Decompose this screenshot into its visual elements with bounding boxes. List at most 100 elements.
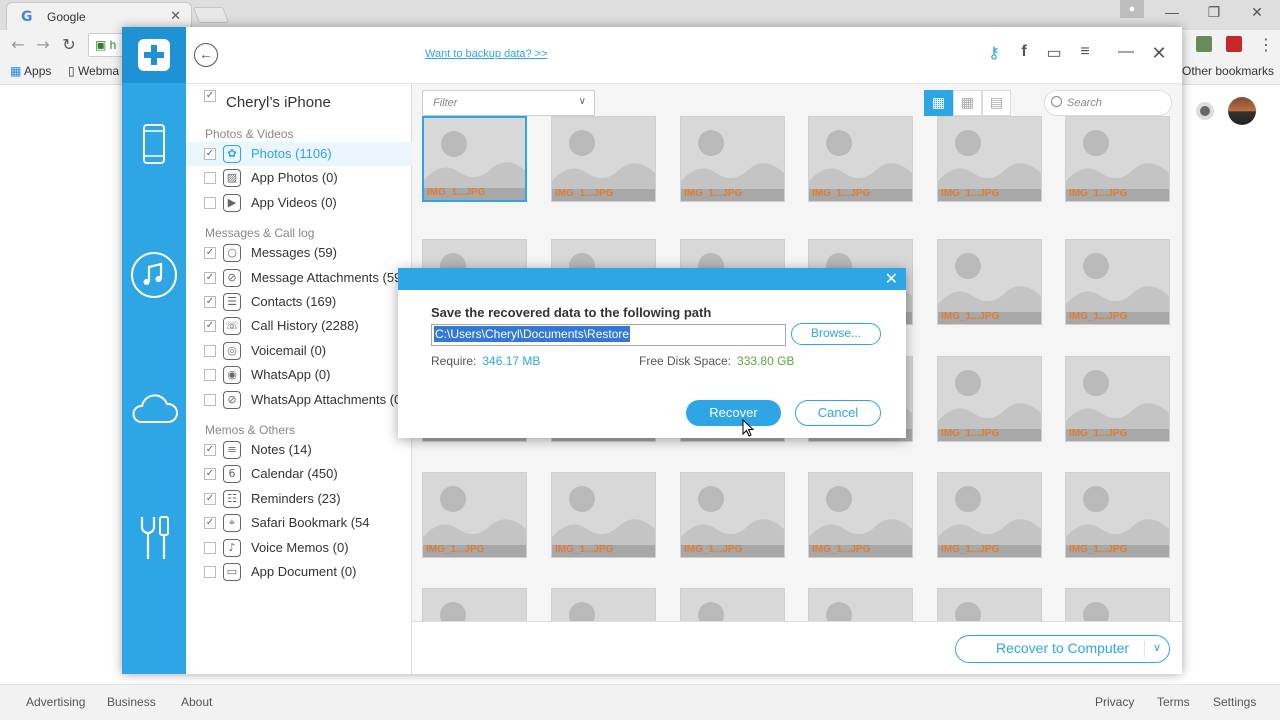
phone-icon[interactable]: [122, 123, 186, 168]
footer-about[interactable]: About: [181, 695, 212, 709]
music-icon[interactable]: [122, 251, 186, 302]
category-checkbox[interactable]: [204, 468, 216, 481]
category-item[interactable]: ⊘ Message Attachments (59): [186, 266, 412, 290]
shield-extension-icon[interactable]: [1226, 36, 1242, 52]
list-icon[interactable]: ▤: [982, 90, 1011, 116]
path-input[interactable]: C:\Users\Cheryl\Documents\Restore: [431, 324, 786, 346]
close-icon[interactable]: ✕: [1148, 43, 1170, 65]
photo-thumbnail[interactable]: IMG_1...JPG: [1065, 588, 1170, 621]
new-tab-button[interactable]: [193, 7, 229, 23]
category-item[interactable]: ≡ Notes (14): [186, 438, 412, 462]
reload-icon[interactable]: ↻: [59, 35, 79, 54]
category-checkbox[interactable]: [204, 172, 216, 185]
chevron-down-icon[interactable]: ∨: [1153, 636, 1161, 661]
photo-thumbnail[interactable]: IMG_1...JPG: [1065, 472, 1170, 558]
tab-close-icon[interactable]: ✕: [170, 8, 181, 24]
bookmark-webmail[interactable]: ▯ Webma: [68, 64, 119, 78]
backup-link[interactable]: Want to backup data? >>: [425, 48, 548, 60]
category-checkbox[interactable]: [204, 492, 216, 505]
photo-thumbnail[interactable]: IMG_1...JPG: [808, 588, 913, 621]
recover-button[interactable]: Recover: [686, 400, 781, 426]
photo-thumbnail[interactable]: IMG_1...JPG: [680, 116, 785, 202]
cancel-button[interactable]: Cancel: [795, 400, 881, 426]
back-arrow-icon[interactable]: ←: [8, 35, 28, 54]
forward-arrow-icon[interactable]: →: [33, 35, 53, 54]
facebook-icon[interactable]: f: [1013, 43, 1035, 65]
browser-menu-icon[interactable]: ⋮: [1256, 35, 1276, 54]
tools-icon[interactable]: [122, 513, 186, 566]
photo-thumbnail[interactable]: IMG_1...JPG: [1065, 356, 1170, 442]
minimize-window-button[interactable]: —: [1160, 4, 1184, 20]
photo-thumbnail[interactable]: IMG_1...JPG: [680, 472, 785, 558]
category-checkbox[interactable]: [204, 271, 216, 284]
footer-business[interactable]: Business: [107, 695, 156, 709]
category-checkbox[interactable]: [204, 393, 216, 406]
photo-thumbnail[interactable]: IMG_1...JPG: [551, 116, 656, 202]
category-item[interactable]: ○ Messages (59): [186, 241, 412, 265]
bookmark-apps[interactable]: ▦ Apps: [10, 64, 51, 78]
photo-thumbnail[interactable]: IMG_1...JPG: [422, 116, 527, 202]
person-icon[interactable]: ●: [1120, 0, 1144, 18]
footer-privacy[interactable]: Privacy: [1095, 695, 1134, 709]
photo-thumbnail[interactable]: IMG_1...JPG: [680, 588, 785, 621]
category-checkbox[interactable]: [204, 344, 216, 357]
photo-thumbnail[interactable]: IMG_1...JPG: [1065, 239, 1170, 325]
cloud-icon[interactable]: [122, 390, 186, 429]
footer-terms[interactable]: Terms: [1157, 695, 1190, 709]
close-icon[interactable]: ✕: [885, 269, 898, 288]
photo-thumbnail[interactable]: IMG_1...JPG: [808, 472, 913, 558]
photo-thumbnail[interactable]: IMG_1...JPG: [937, 356, 1042, 442]
large-grid-icon[interactable]: ▦: [924, 90, 953, 116]
category-checkbox[interactable]: [204, 247, 216, 260]
photo-thumbnail[interactable]: IMG_1...JPG: [808, 116, 913, 202]
category-item[interactable]: ▶ App Videos (0): [186, 191, 412, 215]
photo-thumbnail[interactable]: IMG_1...JPG: [1065, 116, 1170, 202]
browse-button[interactable]: Browse...: [791, 323, 881, 345]
category-checkbox[interactable]: [204, 541, 216, 554]
footer-settings[interactable]: Settings: [1213, 695, 1256, 709]
category-item[interactable]: ⊘ WhatsApp Attachments (0): [186, 388, 412, 412]
category-item[interactable]: 6 Calendar (450): [186, 462, 412, 486]
category-checkbox[interactable]: [204, 369, 216, 382]
category-item[interactable]: ☷ Reminders (23): [186, 487, 412, 511]
category-checkbox[interactable]: [204, 444, 216, 456]
search-input[interactable]: Search: [1044, 90, 1172, 116]
category-item[interactable]: ◉ WhatsApp (0): [186, 363, 412, 387]
feedback-icon[interactable]: ▭: [1043, 43, 1065, 65]
category-item[interactable]: ♪ Voice Memos (0): [186, 536, 412, 560]
photo-thumbnail[interactable]: IMG_1...JPG: [937, 239, 1042, 325]
footer-advertising[interactable]: Advertising: [26, 695, 85, 709]
photo-thumbnail[interactable]: IMG_1...JPG: [422, 588, 527, 621]
category-item[interactable]: ▭ App Document (0): [186, 560, 412, 584]
category-checkbox[interactable]: [204, 566, 216, 578]
restore-window-button[interactable]: ❐: [1202, 4, 1226, 21]
photo-thumbnail[interactable]: IMG_1...JPG: [551, 472, 656, 558]
filter-select[interactable]: Filter ∨: [422, 90, 595, 116]
category-item[interactable]: ☏ Call History (2288): [186, 314, 412, 338]
avatar[interactable]: [1228, 97, 1256, 125]
photo-thumbnail[interactable]: IMG_1...JPG: [937, 588, 1042, 621]
category-checkbox[interactable]: [204, 517, 216, 530]
minimize-icon[interactable]: —: [1115, 43, 1137, 65]
close-window-button[interactable]: ✕: [1245, 4, 1269, 21]
category-checkbox[interactable]: [204, 296, 216, 308]
menu-icon[interactable]: ≡: [1074, 43, 1096, 65]
key-icon[interactable]: ⚷: [983, 43, 1005, 65]
recover-to-computer-button[interactable]: Recover to Computer ∨: [955, 635, 1170, 663]
arrow-left-icon[interactable]: ←: [194, 43, 218, 67]
category-item[interactable]: ✿ Photos (1106): [186, 142, 412, 166]
category-item[interactable]: ☰ Contacts (169): [186, 290, 412, 314]
photo-thumbnail[interactable]: IMG_1...JPG: [937, 116, 1042, 202]
device-checkbox[interactable]: [204, 90, 216, 102]
category-checkbox[interactable]: [204, 320, 216, 333]
notification-dot-icon[interactable]: [1196, 102, 1214, 120]
category-item[interactable]: ◎ Voicemail (0): [186, 339, 412, 363]
photo-thumbnail[interactable]: IMG_1...JPG: [937, 472, 1042, 558]
category-item[interactable]: ⌖ Safari Bookmark (54: [186, 511, 412, 535]
category-item[interactable]: ▨ App Photos (0): [186, 166, 412, 190]
small-grid-icon[interactable]: ▦: [953, 90, 982, 116]
browser-tab-google[interactable]: G Google ✕: [6, 2, 192, 30]
extension-icon[interactable]: [1196, 36, 1212, 52]
category-checkbox[interactable]: [204, 148, 216, 160]
photo-thumbnail[interactable]: IMG_1...JPG: [422, 472, 527, 558]
